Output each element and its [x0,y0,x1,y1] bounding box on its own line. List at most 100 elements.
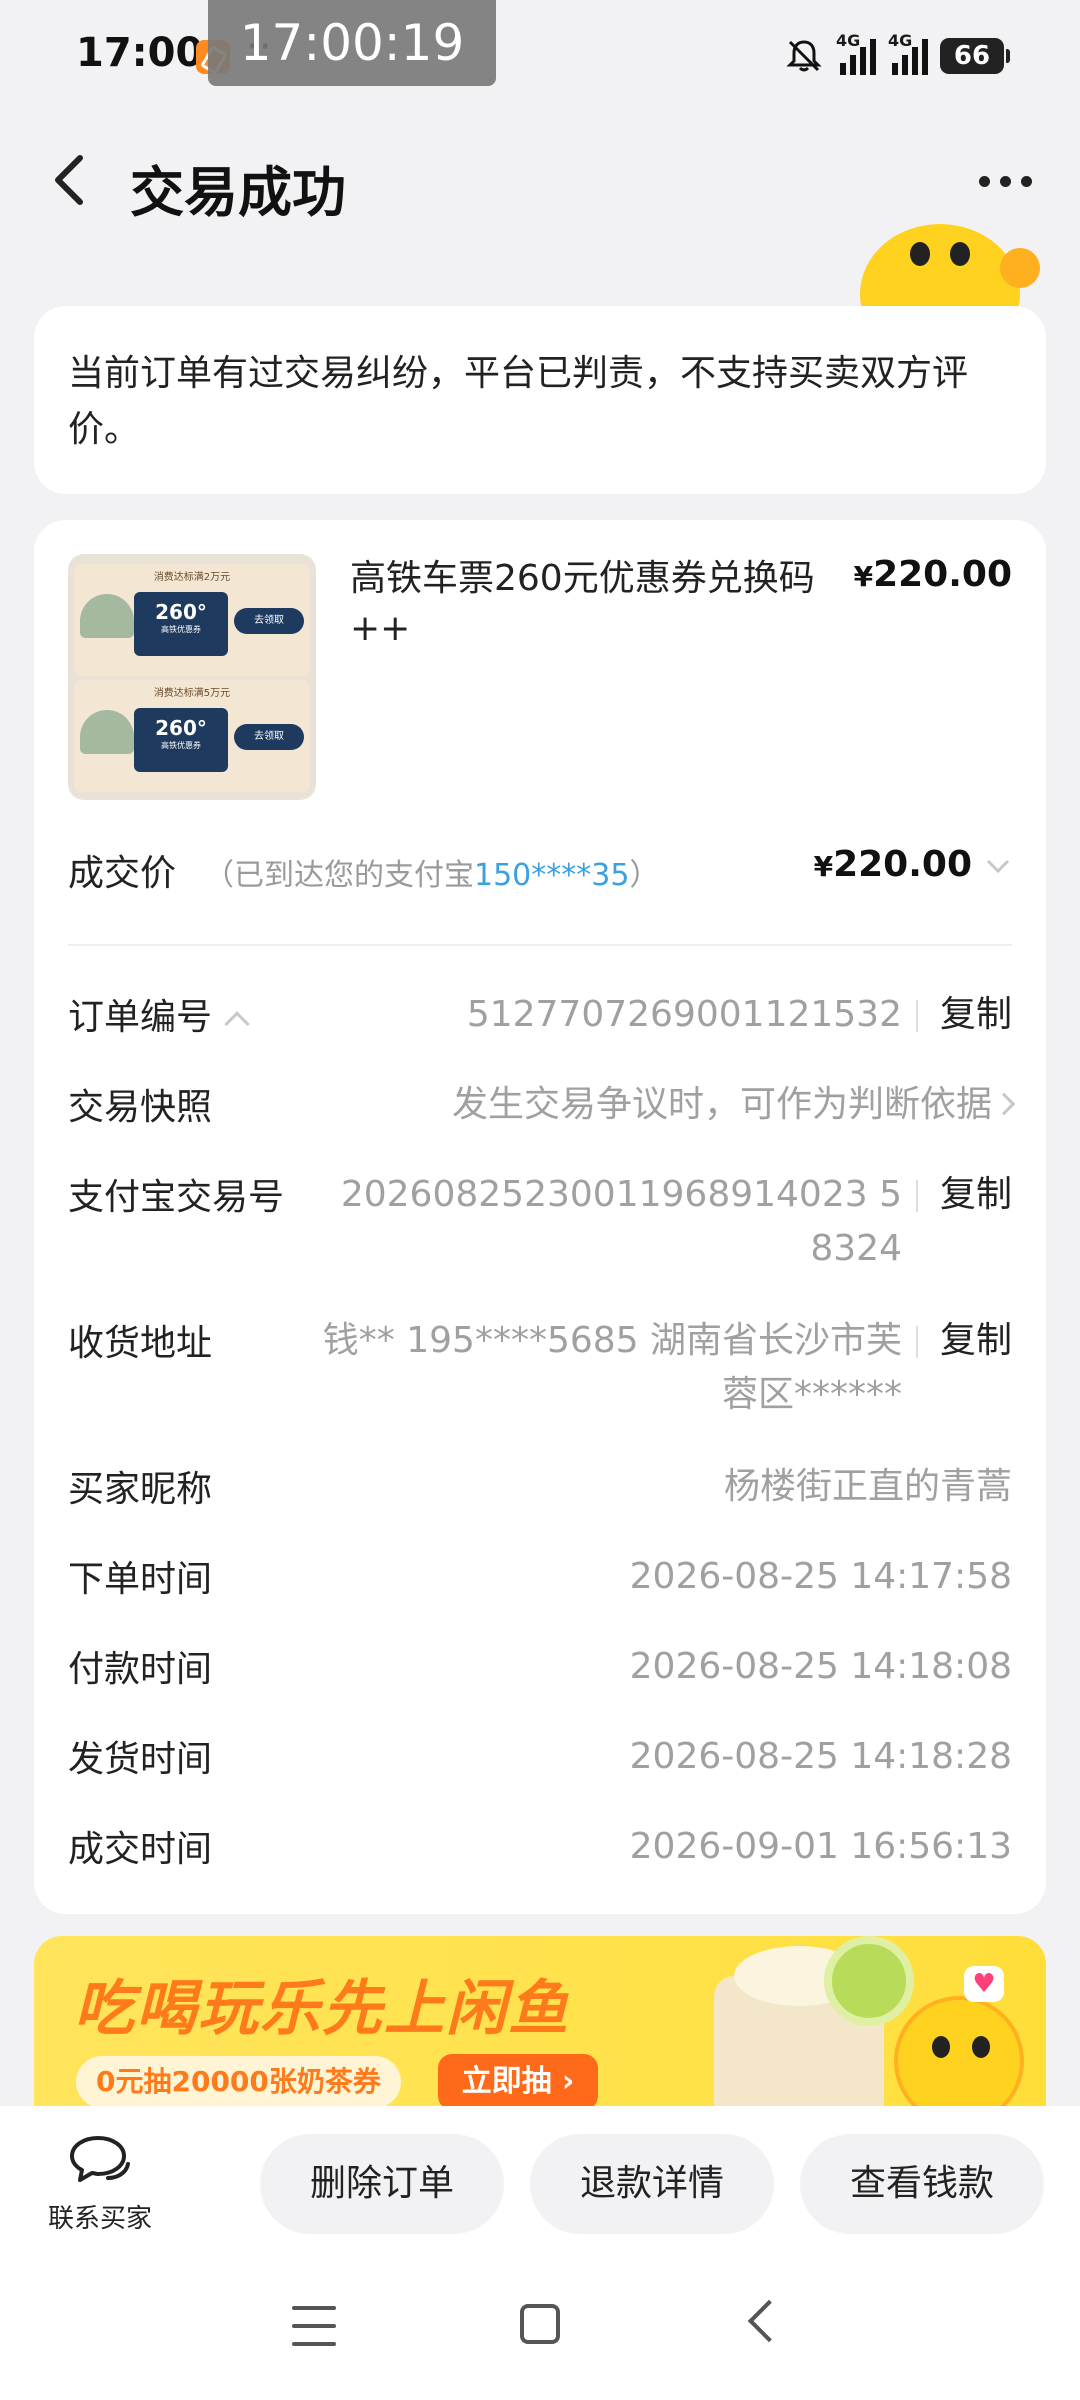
order-number-value: 5127707269001121532 [466,994,902,1035]
network-type-1: 4G [836,31,861,50]
deal-price-row[interactable]: 成交价 （已到达您的支付宝150****35） ¥220.00 [68,840,1012,900]
coupon-btn-text: 去领取 [234,608,304,634]
currency-symbol: ¥ [813,850,834,883]
payment-time-label: 付款时间 [68,1649,213,1690]
copy-separator [916,1000,918,1032]
deal-note-prefix: （已到达您的支付宝 [204,858,474,893]
status-time: 17:00 [76,30,204,76]
home-icon[interactable] [520,2304,560,2344]
copy-separator [916,1326,918,1358]
coupon-caption: 消费达标满2万元 [153,572,231,583]
page-title: 交易成功 [130,161,346,224]
deal-note-suffix: ） [629,858,660,893]
shipping-address-label: 收货地址 [68,1323,213,1364]
promo-subtitle: 0元抽20000张奶茶券 [76,2056,401,2106]
shipping-address-value: 钱** 195****5685 湖南省长沙市芙 蓉区****** [323,1314,902,1422]
screenshot-time-overlay: 17:00:19 [208,0,496,86]
shipping-address-row: 收货地址 钱** 195****5685 湖南省长沙市芙 蓉区****** 复制 [68,1314,1012,1422]
deal-price-label: 成交价 [68,853,177,894]
order-time-label: 下单时间 [68,1559,213,1600]
copy-alipay-trade-number-button[interactable]: 复制 [940,1168,1012,1222]
coupon-caption: 消费达标满5万元 [153,688,231,699]
order-number-label[interactable]: 订单编号 [68,988,250,1040]
buyer-nickname-value: 杨楼街正直的青蒿 [723,1466,1012,1507]
battery-icon: 66 [940,38,1010,74]
menu-icon[interactable] [292,2306,336,2346]
order-number-row: 订单编号 5127707269001121532 复制 [68,988,1012,1042]
deal-price: ¥220.00 [814,844,972,885]
trade-snapshot-row[interactable]: 交易快照 发生交易争议时，可作为判断依据 [68,1078,1016,1132]
copy-order-number-button[interactable]: 复制 [940,988,1012,1042]
deal-time-row: 成交时间 2026-09-01 16:56:13 [68,1820,1012,1874]
deal-price-note: （已到达您的支付宝150****35） [204,850,659,894]
view-money-button[interactable]: 查看钱款 [800,2134,1044,2234]
product-price: ¥220.00 [854,554,1012,595]
copy-separator [916,1180,918,1212]
refund-details-button[interactable]: 退款详情 [530,2134,774,2234]
status-bar: 17:00 ·· 17:00:19 4G 4G 66 [0,0,1080,110]
promo-draw-button[interactable]: 立即抽 › [438,2054,598,2106]
coupon-value: 260° [155,600,207,624]
promo-title: 吃喝玩乐先上闲鱼 [74,1974,570,2044]
chevron-down-icon [986,859,1010,874]
chevron-up-icon [224,1011,250,1037]
shipping-time-label: 发货时间 [68,1739,213,1780]
system-navigation-bar [0,2256,1080,2400]
deal-time-value: 2026-09-01 16:56:13 [629,1826,1012,1867]
page: 17:00 ·· 17:00:19 4G 4G 66 [0,0,1080,2400]
payment-time-row: 付款时间 2026-08-25 14:18:08 [68,1640,1012,1694]
coupon-sub: 高铁优惠券 [161,741,201,750]
chevron-right-icon [992,1092,1016,1116]
product-thumbnail[interactable]: 消费达标满2万元 260° 高铁优惠券 去领取 消费达标满5万元 260° 高铁优惠… [68,554,316,800]
mascot-illustration [894,1996,1024,2106]
dispute-notice-text: 当前订单有过交易纠纷，平台已判责，不支持买卖双方评价。 [68,353,969,450]
back-arrow-icon [55,155,83,205]
network-type-2: 4G [888,31,913,50]
chat-bubble-icon [70,2136,130,2182]
deal-price-value: 220.00 [833,844,972,885]
mute-icon [786,40,822,72]
signal-icon: 4G [888,31,928,75]
shipping-time-value: 2026-08-25 14:18:28 [629,1736,1012,1777]
order-number-label-text: 订单编号 [68,997,213,1038]
more-icon [978,175,990,187]
contact-buyer-button[interactable]: 联系买家 [30,2134,170,2234]
product-price-value: 220.00 [873,554,1012,595]
alipay-trade-number-row: 支付宝交易号 20260825230011968914023 5 8324 复制 [68,1168,1012,1276]
delete-order-button[interactable]: 删除订单 [260,2134,504,2234]
shipping-time-row: 发货时间 2026-08-25 14:18:28 [68,1730,1012,1784]
buyer-nickname-label: 买家昵称 [68,1469,213,1510]
alipay-trade-number-label: 支付宝交易号 [68,1177,285,1218]
coupon-value: 260° [155,716,207,740]
status-icons: 4G 4G 66 [784,31,1010,78]
shipping-address-line2: 蓉区****** [721,1374,902,1415]
order-time-row: 下单时间 2026-08-25 14:17:58 [68,1550,1012,1604]
lime-illustration [824,1936,914,2026]
product-title[interactable]: 高铁车票260元优惠券兑换码++ [350,554,850,654]
alipay-account: 150****35 [474,858,630,893]
alipay-trade-number-line2: 8324 [810,1228,902,1269]
trade-snapshot-value: 发生交易争议时，可作为判断依据 [451,1078,1016,1132]
order-card: 消费达标满2万元 260° 高铁优惠券 去领取 消费达标满5万元 260° 高铁优惠… [34,520,1046,1914]
dispute-notice-card: 当前订单有过交易纠纷，平台已判责，不支持买卖双方评价。 [34,306,1046,494]
trade-snapshot-text: 发生交易争议时，可作为判断依据 [451,1084,992,1125]
promo-banner[interactable]: 吃喝玩乐先上闲鱼 0元抽20000张奶茶券 立即抽 › ♥ [34,1936,1046,2106]
shipping-address-line1: 钱** 195****5685 湖南省长沙市芙 [322,1320,902,1361]
coupon-image-2: 消费达标满5万元 260° 高铁优惠券 去领取 [74,680,310,792]
divider [68,944,1012,946]
bottom-action-bar: 联系买家 删除订单 退款详情 查看钱款 [0,2106,1080,2256]
back-button[interactable] [40,150,100,210]
trade-snapshot-label: 交易快照 [68,1087,213,1128]
alipay-trade-number-line1: 20260825230011968914023 5 [340,1174,902,1215]
coupon-btn-text: 去领取 [234,724,304,750]
contact-buyer-label: 联系买家 [47,2204,152,2234]
currency-symbol: ¥ [853,560,874,593]
coupon-sub: 高铁优惠券 [161,625,201,634]
buyer-nickname-row: 买家昵称 杨楼街正直的青蒿 [68,1460,1012,1514]
heart-icon: ♥ [964,1966,1004,2002]
more-button[interactable] [970,156,1040,206]
nav-back-icon[interactable] [747,2299,791,2343]
payment-time-value: 2026-08-25 14:18:08 [629,1646,1012,1687]
deal-time-label: 成交时间 [68,1829,213,1870]
copy-address-button[interactable]: 复制 [940,1314,1012,1368]
